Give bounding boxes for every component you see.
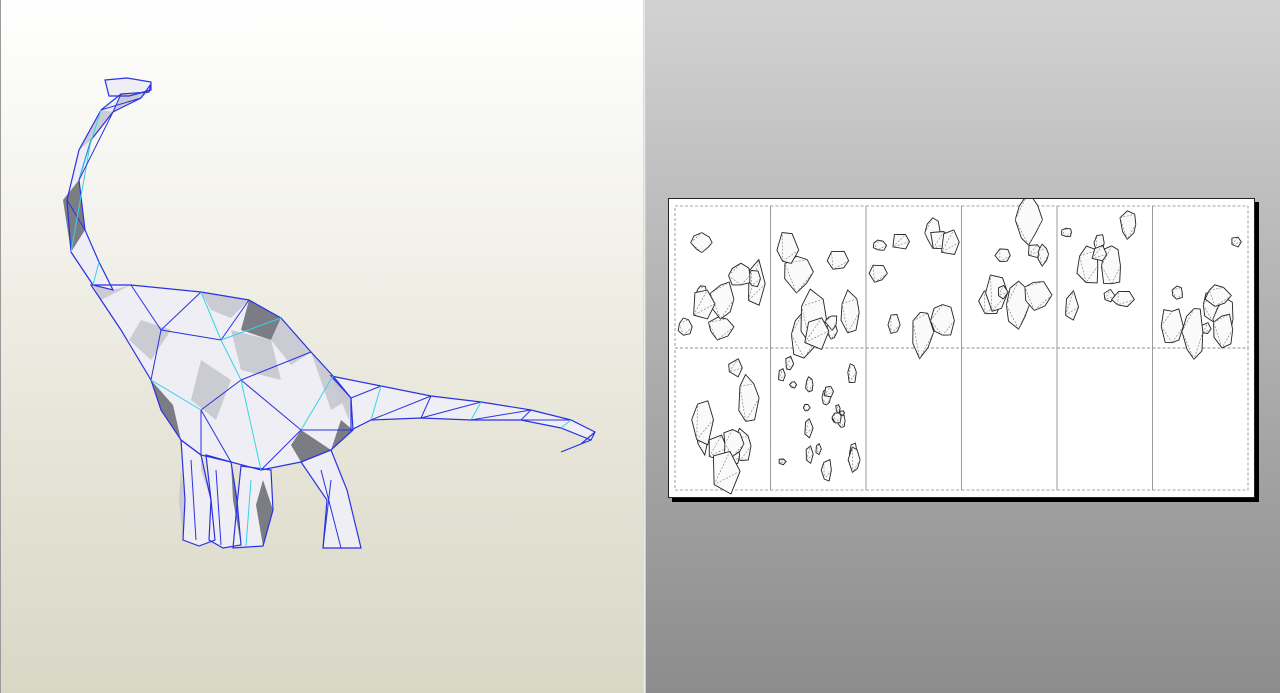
unfold-part-41[interactable] xyxy=(1110,290,1135,308)
unfold-part-82[interactable] xyxy=(788,381,798,389)
unfold-part-72[interactable] xyxy=(778,458,787,466)
unfold-part-42[interactable] xyxy=(1065,289,1080,321)
unfold-part-24[interactable] xyxy=(941,229,960,256)
unfold-part-60[interactable] xyxy=(728,358,743,378)
unfold-part-44[interactable] xyxy=(1091,244,1108,262)
layout-pages xyxy=(674,199,1249,495)
page-boundaries xyxy=(674,205,1249,491)
unfold-part-46[interactable] xyxy=(1160,308,1184,344)
unfold-part-0[interactable] xyxy=(677,317,693,336)
page-11[interactable] xyxy=(1056,347,1153,491)
mesh-part-7 xyxy=(301,450,361,548)
unfold-part-1[interactable] xyxy=(707,316,735,341)
unfold-part-16[interactable] xyxy=(840,289,860,334)
model-mesh-faces xyxy=(63,78,595,548)
3d-model-viewport[interactable] xyxy=(0,0,643,693)
unfold-part-81[interactable] xyxy=(785,355,795,371)
dinosaur-3d-model[interactable] xyxy=(1,0,644,693)
unfold-part-6[interactable] xyxy=(728,262,751,286)
unfold-part-69[interactable] xyxy=(804,418,814,439)
unfold-part-19[interactable] xyxy=(887,314,901,335)
unfold-part-79[interactable] xyxy=(823,385,835,398)
mesh-part-3 xyxy=(331,376,595,440)
unfold-part-77[interactable] xyxy=(847,363,857,383)
mesh-facet-1 xyxy=(79,110,113,150)
unfold-part-23[interactable] xyxy=(892,234,911,250)
unfold-part-70[interactable] xyxy=(805,376,814,393)
unfold-part-43[interactable] xyxy=(1119,210,1137,241)
unfold-part-50[interactable] xyxy=(1231,236,1242,248)
unfold-part-34[interactable] xyxy=(997,284,1009,300)
unfold-part-39[interactable] xyxy=(1061,227,1072,238)
page-9[interactable] xyxy=(865,347,962,491)
unfold-part-10[interactable] xyxy=(826,250,850,270)
unfold-part-80[interactable] xyxy=(839,410,846,416)
unfolded-parts[interactable] xyxy=(677,199,1242,495)
unfold-part-7[interactable] xyxy=(690,232,713,254)
unfold-part-66[interactable] xyxy=(820,458,832,482)
unfold-part-62[interactable] xyxy=(691,400,714,446)
unfold-part-52[interactable] xyxy=(1181,308,1204,361)
unfold-part-26[interactable] xyxy=(872,239,888,251)
unfold-part-59[interactable] xyxy=(738,373,760,422)
unfold-part-63[interactable] xyxy=(805,445,814,465)
unfold-part-68[interactable] xyxy=(777,368,786,382)
unfold-part-33[interactable] xyxy=(994,248,1011,262)
page-4[interactable] xyxy=(961,205,1058,349)
unfold-part-76[interactable] xyxy=(802,403,811,412)
2d-unfold-viewport[interactable] xyxy=(646,0,1280,693)
page-10[interactable] xyxy=(961,347,1058,491)
unfold-part-51[interactable] xyxy=(1171,285,1183,300)
unfold-part-21[interactable] xyxy=(868,264,888,283)
page-12[interactable] xyxy=(1152,347,1249,491)
unfold-part-25[interactable] xyxy=(930,304,955,336)
unfold-part-64[interactable] xyxy=(815,442,822,456)
print-layout-sheet[interactable] xyxy=(668,198,1255,498)
